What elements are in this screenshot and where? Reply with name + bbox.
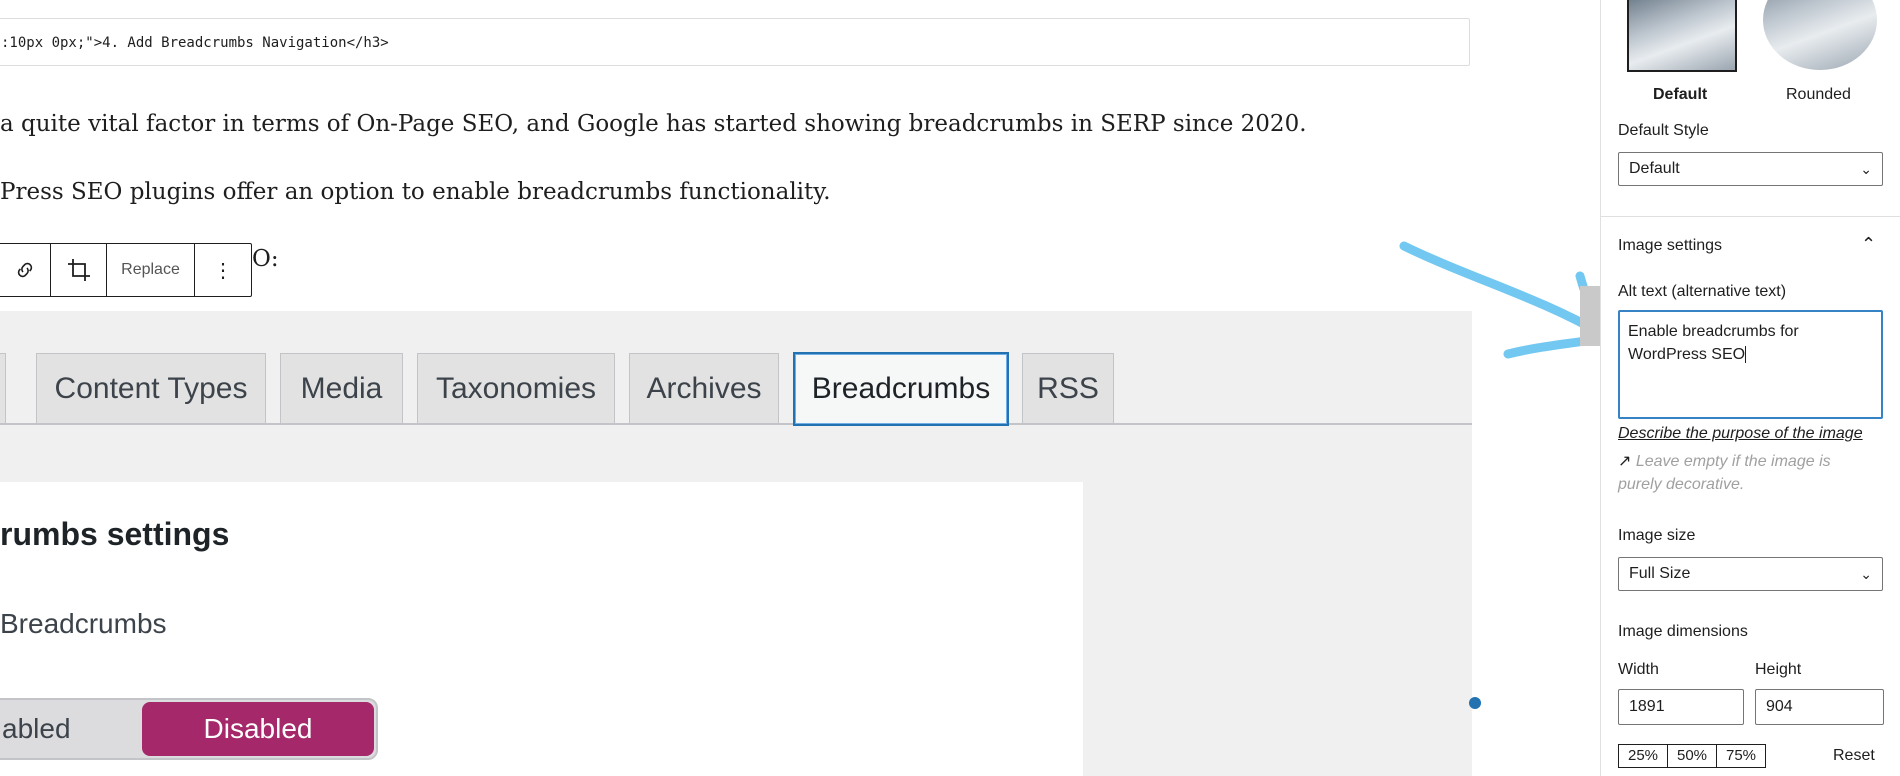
style-rounded-thumb[interactable] [1763, 0, 1877, 70]
breadcrumbs-label: Breadcrumbs [0, 608, 167, 639]
image-size-label: Image size [1618, 527, 1696, 544]
default-style-label: Default Style [1618, 122, 1709, 139]
describe-purpose-link[interactable]: Describe the purpose of the image [1618, 425, 1863, 443]
panel-title: rumbs settings [0, 516, 230, 552]
tab-media: Media [280, 353, 403, 423]
code-block[interactable]: :10px 0px;">4. Add Breadcrumbs Navigatio… [0, 18, 1470, 66]
chevron-down-icon: ⌄ [1860, 161, 1872, 177]
height-label: Height [1755, 661, 1802, 678]
style-rounded-label: Rounded [1786, 86, 1851, 103]
link-button[interactable] [0, 244, 51, 296]
style-default-thumb[interactable] [1627, 0, 1737, 72]
link-icon [17, 262, 32, 278]
alt-text-textarea[interactable]: Enable breadcrumbs for WordPress SEO [1618, 310, 1883, 419]
settings-sidebar: Default Rounded Default Style Default ⌄ … [1600, 0, 1900, 776]
scale-50-button[interactable]: 50% [1667, 744, 1717, 768]
crop-icon [67, 259, 90, 281]
scale-25-button[interactable]: 25% [1618, 744, 1668, 768]
image-settings-title[interactable]: Image settings [1618, 237, 1722, 255]
code-line: :10px 0px;">4. Add Breadcrumbs Navigatio… [1, 35, 389, 51]
tab-archives: Archives [629, 353, 779, 423]
image-block[interactable]: Content Types Media Taxonomies Archives … [0, 311, 1472, 776]
scrollbar[interactable] [1580, 286, 1600, 346]
tab-rss: RSS [1022, 353, 1114, 423]
settings-panel: rumbs settings Breadcrumbs abled Disable… [0, 482, 1083, 776]
height-input[interactable]: 904 [1755, 689, 1884, 725]
paragraph-plugins[interactable]: Press SEO plugins offer an option to ena… [0, 179, 831, 205]
alt-text-value: Enable breadcrumbs for WordPress SEO [1628, 323, 1799, 363]
style-default-label: Default [1653, 86, 1708, 103]
image-size-value: Full Size [1629, 565, 1691, 582]
tab-content-types: Content Types [36, 353, 266, 423]
replace-button[interactable]: Replace [107, 244, 195, 296]
default-style-select[interactable]: Default ⌄ [1618, 152, 1883, 186]
reset-button[interactable]: Reset [1833, 747, 1875, 765]
resize-handle[interactable] [1469, 697, 1481, 709]
toggle-disabled: Disabled [142, 702, 374, 756]
tab-breadcrumbs: Breadcrumbs [793, 352, 1009, 426]
tab-partial [0, 353, 6, 423]
paragraph-on-page-seo[interactable]: a quite vital factor in terms of On-Page… [0, 111, 1307, 137]
divider [1601, 216, 1900, 217]
image-size-select[interactable]: Full Size ⌄ [1618, 557, 1883, 591]
paragraph-heading-tail[interactable]: O: [252, 246, 279, 272]
alt-text-label: Alt text (alternative text) [1618, 283, 1787, 300]
toggle-enabled: abled [2, 713, 71, 744]
image-dimensions-label: Image dimensions [1618, 623, 1748, 640]
crop-button[interactable] [51, 244, 107, 296]
help-line-2: purely decorative. [1618, 476, 1745, 493]
chevron-down-icon: ⌄ [1860, 566, 1872, 582]
external-link-icon: ↗ [1618, 453, 1632, 470]
tab-divider [0, 423, 1472, 425]
help-line-1: ↗ Leave empty if the image is [1618, 453, 1831, 470]
width-label: Width [1618, 661, 1659, 678]
chevron-up-icon[interactable]: ⌃ [1861, 234, 1876, 255]
more-options-button[interactable]: ⋮ [195, 244, 251, 296]
default-style-value: Default [1629, 160, 1680, 177]
block-toolbar: Replace ⋮ [0, 243, 252, 297]
width-input[interactable]: 1891 [1618, 689, 1744, 725]
tab-taxonomies: Taxonomies [417, 353, 615, 423]
breadcrumbs-toggle: abled Disabled [0, 698, 378, 760]
scale-75-button[interactable]: 75% [1716, 744, 1766, 768]
